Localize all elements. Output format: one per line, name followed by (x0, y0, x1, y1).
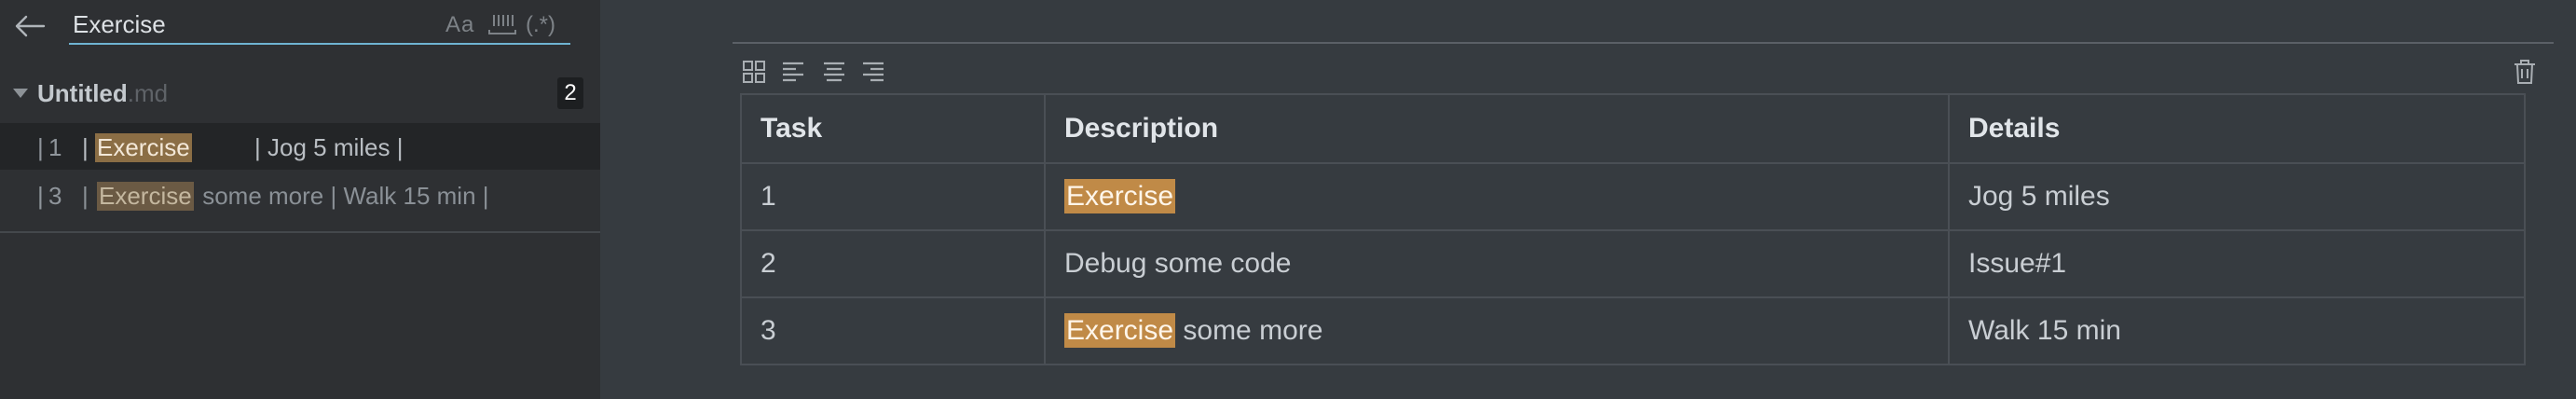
whole-word-toggle[interactable] (486, 11, 518, 41)
cell-match-highlight: Exercise (1064, 179, 1176, 213)
search-sidebar: Aa (.*) Untitled.md 2 | 1 | Exercise | J… (0, 0, 600, 399)
table-row: 2 Debug some code Issue#1 (740, 229, 2526, 298)
align-right-button[interactable] (859, 58, 887, 86)
align-center-icon (824, 62, 844, 82)
editor-pane: Task Description Details 1 Exercise Jog … (600, 0, 2576, 399)
match-count-badge: 2 (557, 77, 583, 109)
table-header-cell[interactable]: Description (1044, 93, 1950, 164)
align-left-button[interactable] (779, 58, 807, 86)
align-right-icon (863, 62, 884, 82)
align-left-icon (783, 62, 803, 82)
search-bar: Aa (.*) (0, 0, 600, 50)
delete-table-button[interactable] (2511, 58, 2539, 86)
table-row: 1 Exercise Jog 5 miles (740, 162, 2526, 231)
align-center-button[interactable] (820, 58, 848, 86)
table-cell[interactable]: 1 (740, 162, 1046, 231)
regex-toggle[interactable]: (.*) (526, 13, 555, 37)
table-header-cell[interactable]: Task (740, 93, 1046, 164)
search-input[interactable] (73, 9, 427, 39)
table-cell[interactable]: Issue#1 (1948, 229, 2526, 298)
horizontal-rule (733, 42, 2554, 44)
table-cell[interactable]: Debug some code (1044, 229, 1950, 298)
table-header-cell[interactable]: Details (1948, 93, 2526, 164)
result-file-name: Untitled.md (37, 79, 169, 107)
table-row: 3 Exercise some more Walk 15 min (740, 296, 2526, 365)
result-match-highlight: Exercise (97, 182, 194, 211)
whole-word-icon (488, 15, 516, 34)
sidebar-divider (0, 231, 600, 233)
table-header-row: Task Description Details (740, 93, 2526, 164)
table-cell[interactable]: Walk 15 min (1948, 296, 2526, 365)
table-grid-icon (743, 61, 765, 83)
arrow-left-icon (15, 15, 46, 37)
result-file-header[interactable]: Untitled.md 2 (0, 71, 600, 116)
result-text-suffix: | Jog 5 miles | (194, 133, 404, 161)
markdown-table: Task Description Details 1 Exercise Jog … (740, 93, 2526, 365)
table-cell[interactable]: Exercise (1044, 162, 1950, 231)
table-resize-button[interactable] (740, 58, 768, 86)
table-cell[interactable]: Jog 5 miles (1948, 162, 2526, 231)
trash-icon (2514, 60, 2535, 84)
cell-match-highlight: Exercise (1064, 313, 1176, 348)
collapse-caret-icon[interactable] (13, 89, 28, 98)
result-line-number: 1 (48, 133, 62, 161)
search-result-item[interactable]: | 1 | Exercise | Jog 5 miles | (0, 123, 600, 170)
search-result-item[interactable]: | 3 | Exercise some more | Walk 15 min | (0, 172, 600, 218)
result-text-suffix: some more | Walk 15 min | (196, 182, 489, 210)
match-case-toggle[interactable]: Aa (445, 13, 474, 37)
result-line-number: 3 (48, 182, 62, 210)
table-cell[interactable]: 2 (740, 229, 1046, 298)
result-match-highlight: Exercise (95, 133, 192, 162)
table-cell[interactable]: Exercise some more (1044, 296, 1950, 365)
table-cell[interactable]: 3 (740, 296, 1046, 365)
search-field: Aa (.*) (69, 6, 570, 45)
result-text-prefix: | (82, 182, 95, 210)
result-text-prefix: | (82, 133, 95, 161)
back-button[interactable] (9, 7, 50, 45)
